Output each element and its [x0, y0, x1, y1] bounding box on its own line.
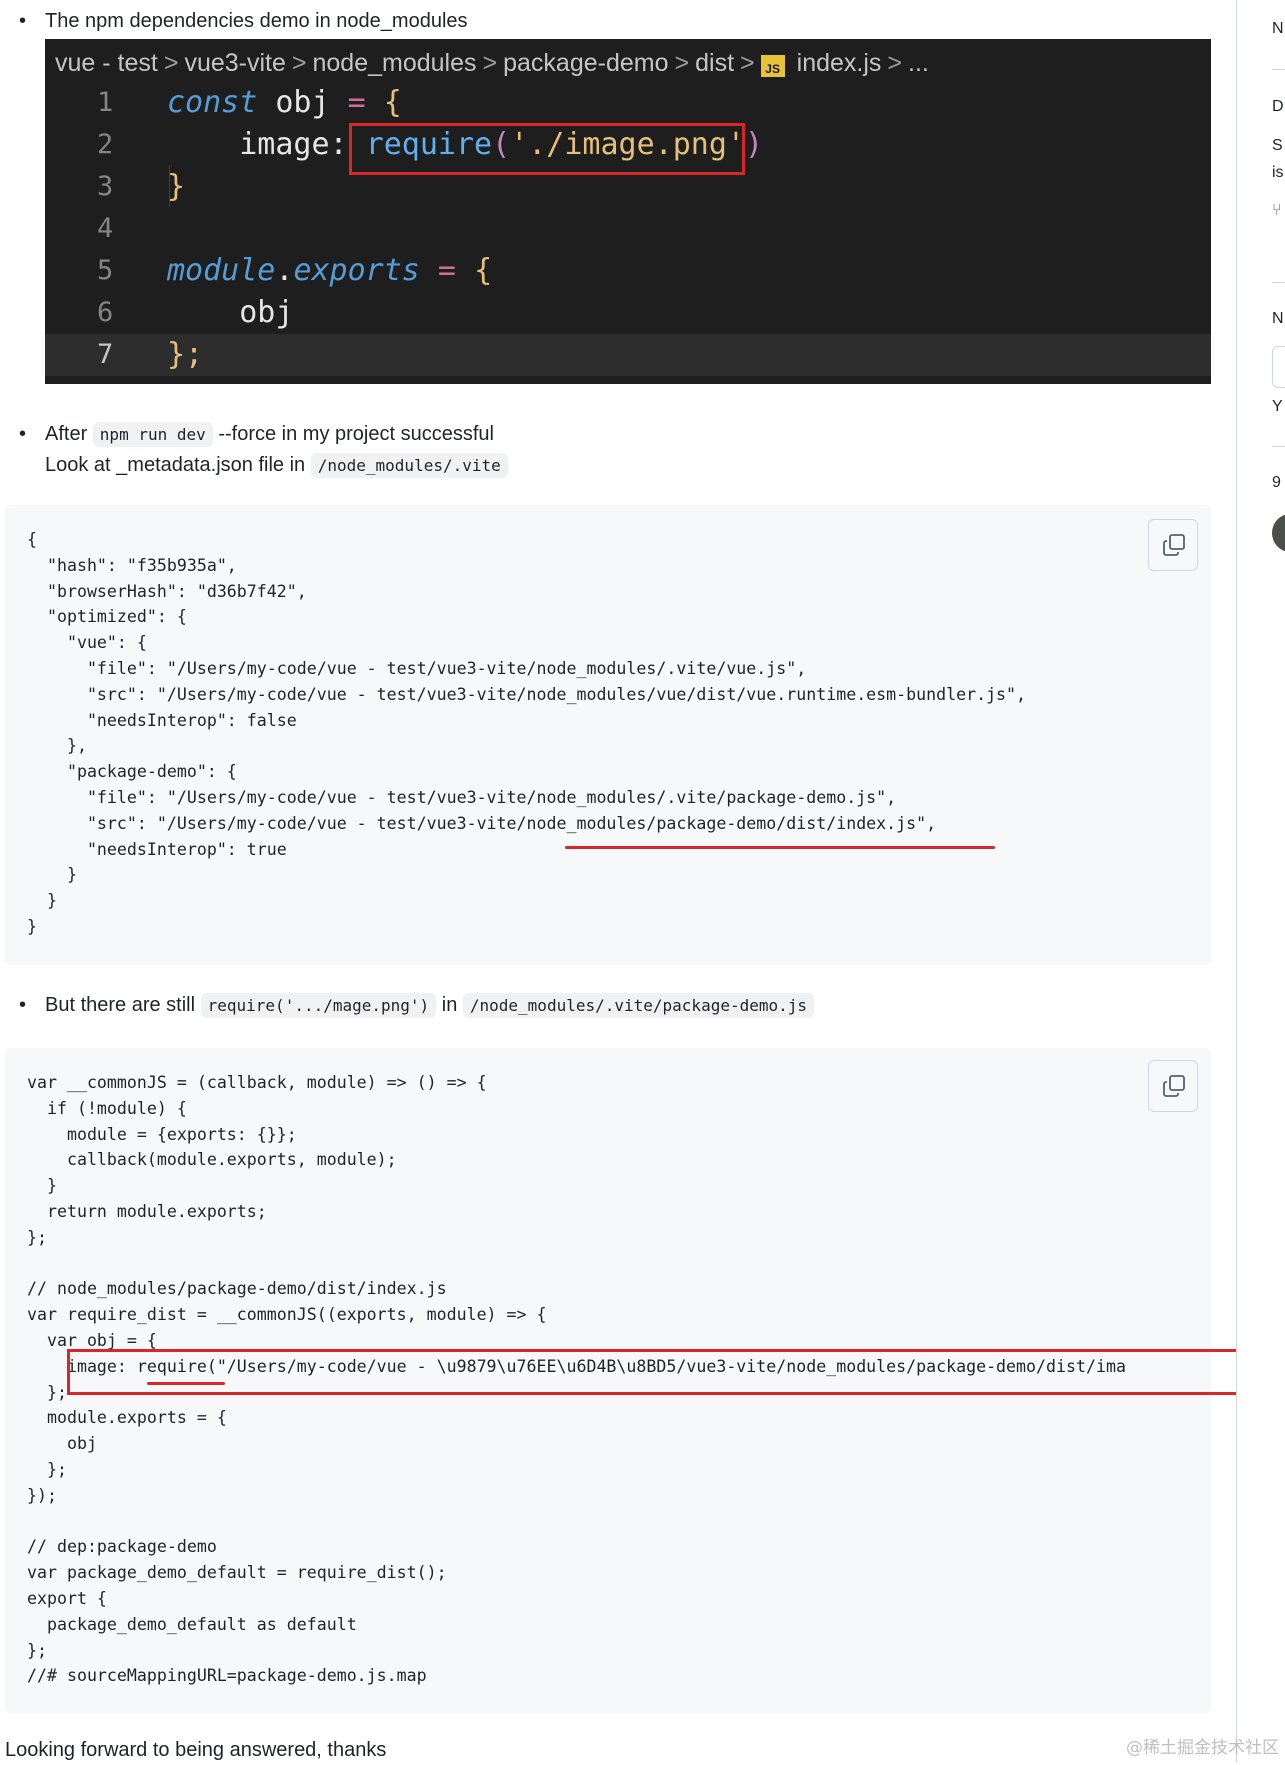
code-token: =	[419, 253, 475, 288]
editor-line-current: 7 };	[45, 334, 1211, 376]
line-number: 7	[97, 339, 114, 370]
inline-code: require('.../mage.png')	[200, 993, 437, 1018]
sidebar-fragment: Y	[1272, 398, 1283, 415]
line-number: 6	[97, 297, 114, 328]
copy-icon	[1163, 534, 1185, 556]
editor-line: 4	[45, 208, 1211, 250]
require-line-highlight-box	[67, 1349, 1261, 1395]
sidebar-fragment: S	[1272, 137, 1283, 154]
right-sidebar: N D S is ⑂ N Y 9	[1236, 0, 1285, 1762]
sidebar-fragment: N	[1272, 20, 1284, 37]
editor-line: 6 obj	[45, 292, 1211, 334]
copy-icon	[1163, 1075, 1185, 1097]
code-token: {	[365, 85, 402, 120]
sidebar-fragment: 9	[1272, 474, 1281, 491]
copy-button[interactable]	[1148, 519, 1198, 571]
breadcrumb-item: node_modules	[312, 49, 477, 77]
metadata-json-block: { "hash": "f35b935a", "browserHash": "d3…	[5, 505, 1211, 965]
bullet-after-run: After npm run dev --force in my project …	[19, 419, 1145, 481]
code-token: .	[275, 253, 294, 288]
src-path-underline	[565, 846, 995, 849]
line-number: 5	[97, 255, 114, 286]
breadcrumb-item: package-demo	[503, 49, 669, 77]
bullet-still-require: But there are still require('.../mage.pn…	[19, 990, 1145, 1021]
editor-line: 5 module.exports = {	[45, 250, 1211, 292]
text: But there are still	[45, 994, 201, 1016]
code-token: const	[167, 85, 258, 120]
js-file-icon: JS	[760, 55, 785, 77]
breadcrumb-item: dist	[695, 49, 735, 77]
line-number: 1	[97, 87, 114, 118]
sidebar-fragment: is	[1272, 164, 1284, 181]
line-number: 3	[97, 171, 114, 202]
text: in	[436, 994, 463, 1016]
avatar[interactable]	[1272, 514, 1285, 552]
code-token: =	[347, 85, 366, 120]
editor-line: 1 const obj = {	[45, 82, 1211, 124]
closing-text: Looking forward to being answered, thank…	[5, 1739, 387, 1761]
editor-breadcrumb: vue - test > vue3-vite > node_modules > packag…	[55, 49, 929, 77]
sidebar-fragment: D	[1272, 98, 1284, 115]
editor-screenshot: vue - test > vue3-vite > node_modules > packag…	[45, 39, 1211, 384]
inline-code: npm run dev	[92, 422, 213, 447]
inline-code: /node_modules/.vite/package-demo.js	[462, 993, 815, 1018]
breadcrumb-item: vue3-vite	[184, 49, 286, 77]
text: Look at _metadata.json file in	[45, 454, 311, 476]
watermark: @稀土掘金技术社区	[1126, 1738, 1279, 1758]
require-highlight-box	[349, 123, 745, 175]
code-token: module	[167, 253, 276, 288]
breadcrumb-item: ...	[908, 49, 929, 77]
code-token: exports	[293, 253, 420, 288]
issue-body: The npm dependencies demo in node_module…	[0, 0, 1261, 1762]
breadcrumb-item: vue - test	[55, 49, 158, 77]
code-token: }	[167, 169, 186, 204]
line-number: 2	[97, 129, 114, 160]
copy-button[interactable]	[1148, 1060, 1198, 1112]
metadata-json-code[interactable]: { "hash": "f35b935a", "browserHash": "d3…	[27, 527, 1026, 940]
code-token: };	[167, 337, 204, 372]
code-token: image:	[167, 127, 366, 162]
code-token: obj	[257, 85, 348, 120]
text: --force in my project successful	[212, 423, 494, 445]
inline-code: /node_modules/.vite	[310, 453, 508, 478]
require-underline	[147, 1382, 225, 1385]
text: After	[45, 423, 93, 445]
bundle-code-block: var __commonJS = (callback, module) => (…	[5, 1048, 1261, 1713]
bullet-npm-demo: The npm dependencies demo in node_module…	[19, 6, 467, 36]
branch-icon[interactable]: ⑂	[1272, 202, 1282, 220]
breadcrumb-item: index.js	[796, 49, 882, 77]
code-token: )	[745, 127, 764, 162]
sidebar-fragment: N	[1272, 310, 1284, 327]
code-token: {	[474, 253, 493, 288]
sidebar-button[interactable]	[1272, 346, 1285, 388]
code-token: obj	[167, 295, 294, 330]
line-number: 4	[97, 213, 114, 244]
